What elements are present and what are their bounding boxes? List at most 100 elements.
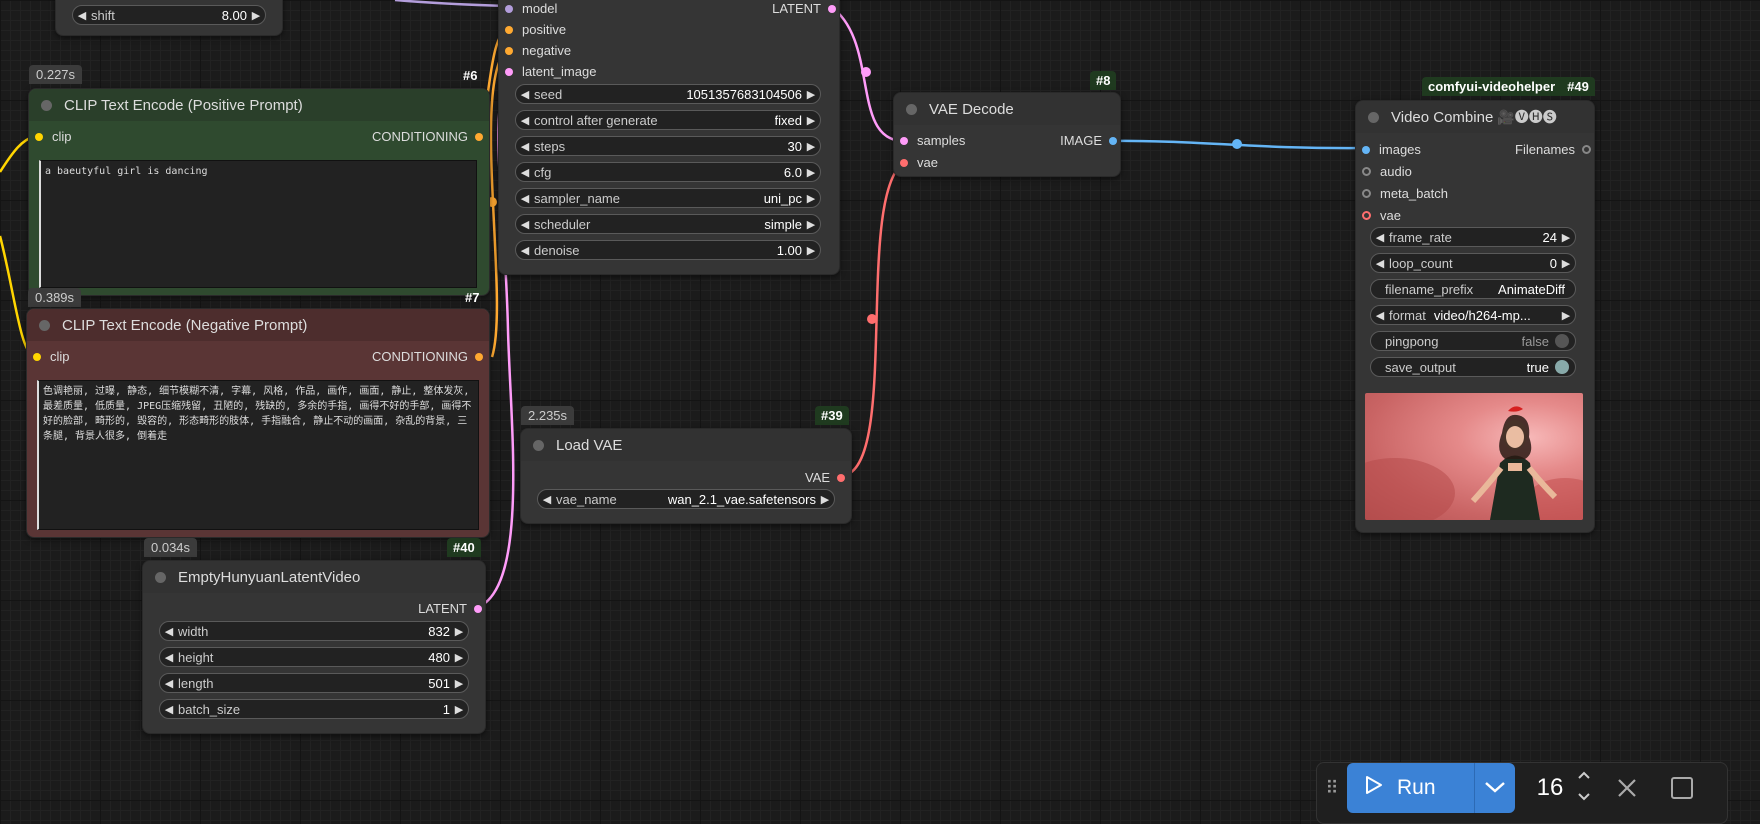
- save-output-toggle[interactable]: save_output true: [1370, 357, 1576, 377]
- socket-icon[interactable]: [505, 67, 513, 76]
- decrement-arrow-icon[interactable]: ◀: [160, 651, 178, 664]
- input-positive[interactable]: positive: [505, 22, 566, 37]
- chevron-down-icon[interactable]: [1475, 778, 1515, 799]
- input-meta-batch[interactable]: meta_batch: [1362, 186, 1448, 201]
- pingpong-toggle[interactable]: pingpong false: [1370, 331, 1576, 351]
- decrement-arrow-icon[interactable]: ◀: [160, 625, 178, 638]
- input-vae[interactable]: vae: [1362, 208, 1401, 223]
- input-clip[interactable]: clip: [33, 349, 70, 364]
- socket-icon[interactable]: [475, 132, 483, 141]
- node-header[interactable]: EmptyHunyuanLatentVideo: [143, 561, 485, 593]
- collapse-dot-icon[interactable]: [39, 319, 50, 331]
- decrement-arrow-icon[interactable]: ◀: [516, 218, 534, 231]
- socket-icon[interactable]: [1362, 167, 1371, 176]
- output-image[interactable]: IMAGE: [1060, 133, 1117, 148]
- increment-arrow-icon[interactable]: ▶: [816, 493, 834, 506]
- format-widget[interactable]: ◀ format video/h264-mp... ▶: [1370, 305, 1576, 325]
- decrement-arrow-icon[interactable]: ◀: [160, 703, 178, 716]
- increment-arrow-icon[interactable]: ▶: [802, 218, 820, 231]
- stop-icon[interactable]: [1654, 763, 1709, 813]
- socket-icon[interactable]: [474, 604, 482, 613]
- socket-icon[interactable]: [475, 352, 483, 361]
- output-conditioning[interactable]: CONDITIONING: [372, 349, 483, 364]
- socket-icon[interactable]: [1362, 189, 1371, 198]
- video-preview[interactable]: [1365, 393, 1583, 520]
- denoise-widget[interactable]: ◀ denoise 1.00 ▶: [515, 240, 821, 260]
- negative-prompt-node[interactable]: CLIP Text Encode (Negative Prompt) clip …: [26, 308, 490, 538]
- batch-size-widget[interactable]: ◀ batch_size 1 ▶: [159, 699, 469, 719]
- prompt-textarea[interactable]: 色调艳丽, 过曝, 静态, 细节模糊不清, 字幕, 风格, 作品, 画作, 画面…: [37, 380, 479, 530]
- vae-decode-node[interactable]: VAE Decode samples vae IMAGE: [893, 92, 1121, 177]
- node-header[interactable]: CLIP Text Encode (Negative Prompt): [27, 309, 489, 341]
- vae-name-widget[interactable]: ◀ vae_name wan_2.1_vae.safetensors ▶: [537, 489, 835, 509]
- width-widget[interactable]: ◀ width 832 ▶: [159, 621, 469, 641]
- input-audio[interactable]: audio: [1362, 164, 1412, 179]
- input-latent-image[interactable]: latent_image: [505, 64, 596, 79]
- input-model[interactable]: model: [505, 1, 557, 16]
- socket-icon[interactable]: [1362, 145, 1370, 154]
- control-after-generate-widget[interactable]: ◀ control after generate fixed ▶: [515, 110, 821, 130]
- stepper-arrows[interactable]: [1577, 769, 1591, 808]
- collapse-dot-icon[interactable]: [533, 439, 544, 451]
- output-vae[interactable]: VAE: [805, 470, 845, 485]
- decrement-arrow-icon[interactable]: ◀: [516, 140, 534, 153]
- node-header[interactable]: CLIP Text Encode (Positive Prompt): [29, 89, 489, 121]
- partial-node-top[interactable]: ◀ shift 8.00 ▶: [55, 0, 283, 36]
- increment-arrow-icon[interactable]: ▶: [450, 625, 468, 638]
- decrement-arrow-icon[interactable]: ◀: [1371, 231, 1389, 244]
- socket-icon[interactable]: [33, 352, 41, 361]
- socket-icon[interactable]: [900, 136, 908, 145]
- drag-handle-icon[interactable]: ⠿: [1317, 763, 1347, 813]
- collapse-dot-icon[interactable]: [906, 103, 917, 115]
- socket-icon[interactable]: [1582, 145, 1591, 154]
- increment-arrow-icon[interactable]: ▶: [802, 166, 820, 179]
- height-widget[interactable]: ◀ height 480 ▶: [159, 647, 469, 667]
- socket-icon[interactable]: [35, 132, 43, 141]
- decrement-arrow-icon[interactable]: ◀: [1371, 309, 1389, 322]
- prompt-textarea[interactable]: a baeutyful girl is dancing: [39, 160, 477, 288]
- increment-arrow-icon[interactable]: ▶: [802, 114, 820, 127]
- cfg-widget[interactable]: ◀ cfg 6.0 ▶: [515, 162, 821, 182]
- increment-arrow-icon[interactable]: ▶: [802, 244, 820, 257]
- increment-arrow-icon[interactable]: ▶: [450, 677, 468, 690]
- socket-icon[interactable]: [1109, 136, 1117, 145]
- decrement-arrow-icon[interactable]: ◀: [516, 88, 534, 101]
- socket-icon[interactable]: [505, 25, 513, 34]
- output-conditioning[interactable]: CONDITIONING: [372, 129, 483, 144]
- decrement-arrow-icon[interactable]: ◀: [538, 493, 556, 506]
- input-samples[interactable]: samples: [900, 133, 965, 148]
- input-images[interactable]: images: [1362, 142, 1421, 157]
- filename-prefix-widget[interactable]: filename_prefix AnimateDiff: [1370, 279, 1576, 299]
- input-negative[interactable]: negative: [505, 43, 571, 58]
- load-vae-node[interactable]: Load VAE VAE ◀ vae_name wan_2.1_vae.safe…: [520, 428, 852, 524]
- decrement-arrow-icon[interactable]: ◀: [516, 166, 534, 179]
- node-header[interactable]: Load VAE: [521, 429, 851, 461]
- socket-icon[interactable]: [828, 4, 836, 13]
- output-latent[interactable]: LATENT: [418, 601, 482, 616]
- increment-arrow-icon[interactable]: ▶: [247, 9, 265, 22]
- seed-widget[interactable]: ◀ seed 1051357683104506 ▶: [515, 84, 821, 104]
- socket-icon[interactable]: [900, 158, 908, 167]
- scheduler-widget[interactable]: ◀ scheduler simple ▶: [515, 214, 821, 234]
- socket-icon[interactable]: [505, 46, 513, 55]
- socket-icon[interactable]: [505, 4, 513, 13]
- frame-rate-widget[interactable]: ◀ frame_rate 24 ▶: [1370, 227, 1576, 247]
- node-header[interactable]: Video Combine 🎥🅥🅗🅢: [1356, 101, 1594, 133]
- chevron-up-down-icon[interactable]: [1577, 769, 1591, 803]
- decrement-arrow-icon[interactable]: ◀: [73, 9, 91, 22]
- increment-arrow-icon[interactable]: ▶: [450, 703, 468, 716]
- increment-arrow-icon[interactable]: ▶: [1557, 257, 1575, 270]
- loop-count-widget[interactable]: ◀ loop_count 0 ▶: [1370, 253, 1576, 273]
- shift-widget[interactable]: ◀ shift 8.00 ▶: [72, 5, 266, 25]
- socket-icon[interactable]: [837, 473, 845, 482]
- decrement-arrow-icon[interactable]: ◀: [516, 244, 534, 257]
- decrement-arrow-icon[interactable]: ◀: [160, 677, 178, 690]
- node-header[interactable]: VAE Decode: [894, 93, 1120, 125]
- decrement-arrow-icon[interactable]: ◀: [516, 192, 534, 205]
- input-vae[interactable]: vae: [900, 155, 938, 170]
- socket-icon[interactable]: [1362, 211, 1371, 220]
- increment-arrow-icon[interactable]: ▶: [1557, 231, 1575, 244]
- sampler-name-widget[interactable]: ◀ sampler_name uni_pc ▶: [515, 188, 821, 208]
- decrement-arrow-icon[interactable]: ◀: [516, 114, 534, 127]
- toggle-knob-icon[interactable]: [1555, 360, 1569, 374]
